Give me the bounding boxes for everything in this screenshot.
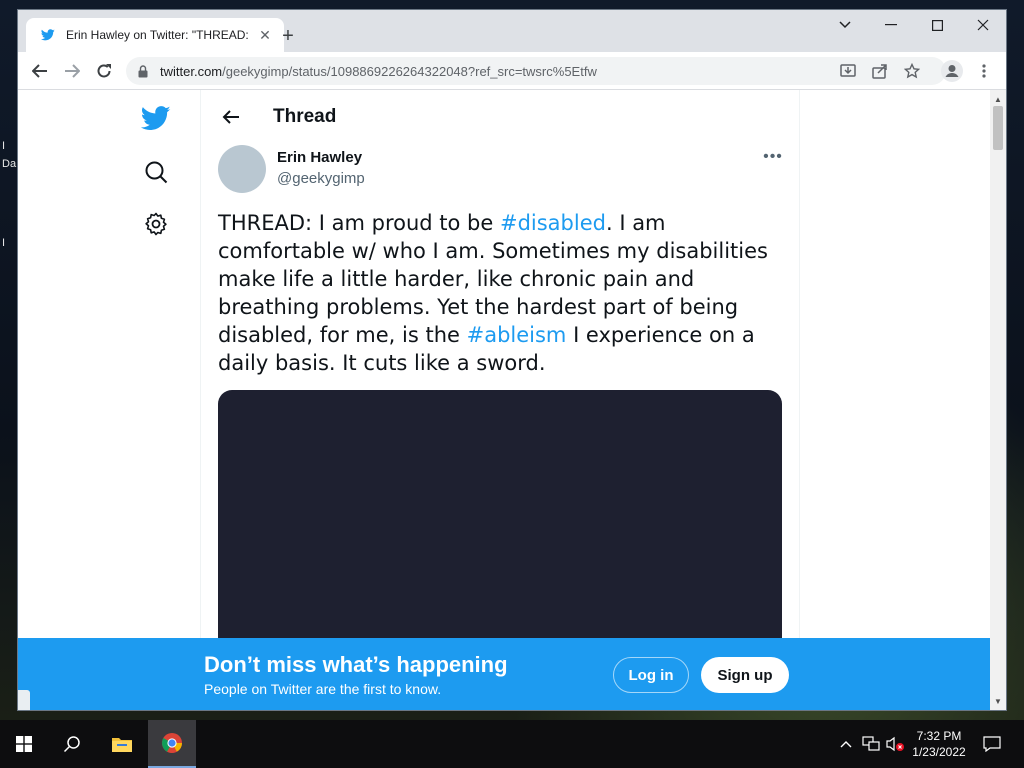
network-icon[interactable] <box>860 720 882 768</box>
notifications-icon[interactable] <box>980 720 1004 768</box>
login-button[interactable]: Log in <box>613 657 689 693</box>
scroll-down-arrow-icon[interactable]: ▼ <box>990 694 1006 708</box>
chrome-icon[interactable] <box>148 720 196 768</box>
clock-date: 1/23/2022 <box>912 745 966 759</box>
thread-header: Thread <box>201 98 801 136</box>
share-icon[interactable] <box>866 57 894 85</box>
clock-time: 7:32 PM <box>916 729 962 743</box>
new-tab-button[interactable]: + <box>276 24 300 48</box>
install-icon[interactable] <box>834 57 862 85</box>
browser-tab[interactable]: Erin Hawley on Twitter: "THREAD: ... ✕ <box>26 18 284 52</box>
url-path: /geekygimp/status/1098869226264322048?re… <box>222 63 597 79</box>
twitter-bird-icon <box>40 27 56 43</box>
signup-button[interactable]: Sign up <box>701 657 789 693</box>
file-explorer-icon[interactable] <box>98 720 146 768</box>
settings-gear-icon[interactable] <box>130 202 182 246</box>
back-icon[interactable] <box>26 57 54 85</box>
minimize-button[interactable] <box>868 10 914 40</box>
menu-icon[interactable] <box>970 57 998 85</box>
page-title: Thread <box>273 106 337 127</box>
author-handle[interactable]: @geekygimp <box>277 170 365 187</box>
bottom-left-tab <box>18 690 30 710</box>
start-windows-icon[interactable] <box>0 720 48 768</box>
tweet-text: THREAD: I am proud to be #disabled. I am… <box>218 209 786 377</box>
desktop-icon-label: I <box>2 140 6 152</box>
system-clock[interactable]: 7:32 PM 1/23/2022 <box>904 728 974 760</box>
search-icon[interactable] <box>48 720 96 768</box>
page-scrollbar[interactable]: ▲ ▼ <box>990 90 1006 710</box>
tray-chevron-up-icon[interactable] <box>838 720 854 768</box>
twitter-logo-icon[interactable] <box>130 96 182 140</box>
maximize-button[interactable] <box>914 10 960 40</box>
forward-icon[interactable] <box>58 57 86 85</box>
scroll-up-arrow-icon[interactable]: ▲ <box>990 92 1006 106</box>
scrollbar-thumb[interactable] <box>993 106 1003 150</box>
web-page: Thread Erin Hawley @geekygimp ••• THREAD… <box>18 90 990 710</box>
volume-muted-icon[interactable] <box>884 720 906 768</box>
reload-icon[interactable] <box>90 57 118 85</box>
tweet-text-part: THREAD: I am proud to be <box>218 211 500 235</box>
close-tab-icon[interactable]: ✕ <box>256 26 274 44</box>
back-arrow-icon[interactable] <box>213 99 249 135</box>
address-bar[interactable]: twitter.com/geekygimp/status/10988692262… <box>126 57 946 85</box>
close-window-button[interactable] <box>960 10 1006 40</box>
star-icon[interactable] <box>898 57 926 85</box>
banner-subtitle: People on Twitter are the first to know. <box>204 681 442 697</box>
signup-banner: Don’t miss what’s happening People on Tw… <box>18 638 990 710</box>
profile-icon[interactable] <box>938 57 966 85</box>
banner-title: Don’t miss what’s happening <box>204 652 508 677</box>
browser-toolbar: twitter.com/geekygimp/status/10988692262… <box>18 52 1006 90</box>
hashtag-link[interactable]: #disabled <box>500 211 606 235</box>
url-text: twitter.com/geekygimp/status/10988692262… <box>160 64 597 79</box>
avatar[interactable] <box>218 145 266 193</box>
tweet-author: Erin Hawley @geekygimp ••• <box>218 145 784 195</box>
tab-search-icon[interactable] <box>822 10 868 40</box>
tab-strip: Erin Hawley on Twitter: "THREAD: ... ✕ + <box>18 10 1006 52</box>
thread-column: Thread Erin Hawley @geekygimp ••• THREAD… <box>200 90 800 710</box>
desktop-icon-label: I <box>2 237 6 249</box>
explore-search-icon[interactable] <box>130 150 182 194</box>
hashtag-link[interactable]: #ableism <box>467 323 567 347</box>
windows-taskbar: 7:32 PM 1/23/2022 <box>0 720 1024 768</box>
browser-window: Erin Hawley on Twitter: "THREAD: ... ✕ + <box>18 10 1006 710</box>
lock-icon[interactable] <box>138 64 150 78</box>
more-options-icon[interactable]: ••• <box>762 148 784 165</box>
author-name[interactable]: Erin Hawley <box>277 149 362 166</box>
url-host: twitter.com <box>160 63 223 79</box>
tab-title: Erin Hawley on Twitter: "THREAD: ... <box>66 28 250 42</box>
desktop-icon-label: Da <box>2 158 17 170</box>
